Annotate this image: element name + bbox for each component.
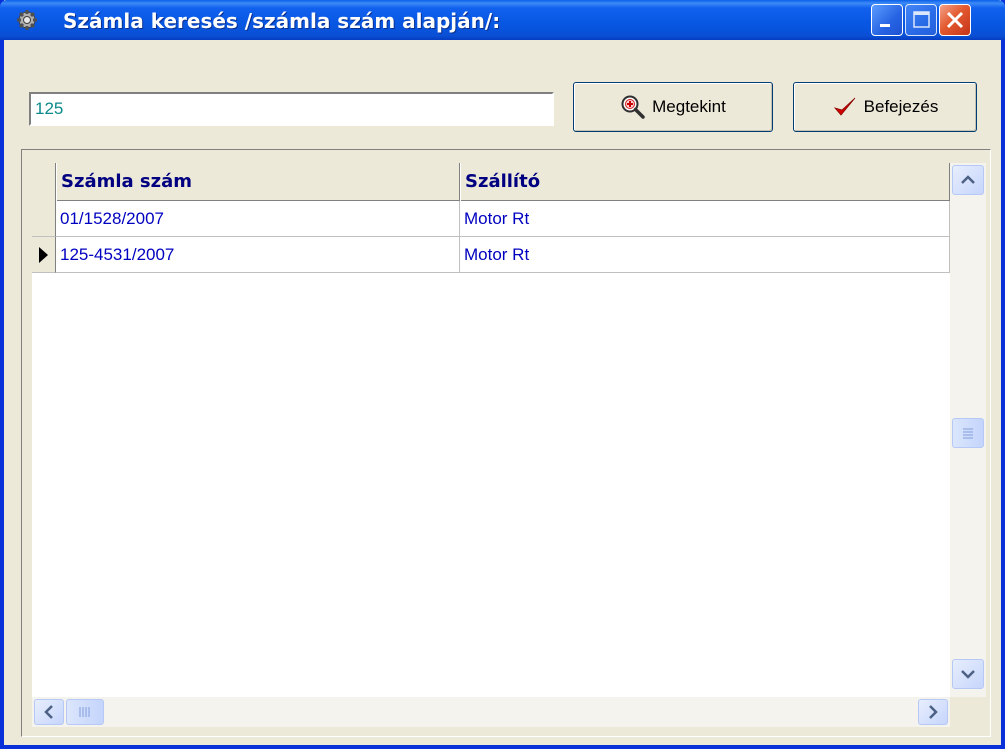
horizontal-scrollbar[interactable] [32, 697, 950, 727]
title-bar[interactable]: Számla keresés /számla szám alapján/: [0, 0, 1005, 40]
invoice-number-cell[interactable]: 01/1528/2007 [56, 201, 460, 237]
grid-header: Számla szám Szállító [32, 163, 950, 201]
view-button-label: Megtekint [652, 97, 726, 116]
table-row[interactable]: 01/1528/2007 Motor Rt [32, 201, 950, 237]
supplier-cell[interactable]: Motor Rt [460, 237, 950, 273]
finish-button[interactable]: Befejezés [793, 82, 977, 132]
horizontal-scroll-thumb[interactable] [66, 699, 104, 725]
maximize-button[interactable] [905, 4, 937, 36]
maximize-icon [913, 11, 930, 28]
current-row-arrow-icon [39, 247, 48, 263]
chevron-down-icon [961, 670, 975, 679]
scrollbar-corner [950, 697, 986, 727]
supplier-cell[interactable]: Motor Rt [460, 201, 950, 237]
scroll-up-button[interactable] [952, 165, 984, 195]
results-grid[interactable]: Számla szám Szállító 01/1528/2007 Motor … [32, 163, 950, 697]
vertical-scrollbar[interactable] [950, 163, 986, 727]
window-title: Számla keresés /számla szám alapján/: [63, 9, 501, 33]
invoice-number-search-input[interactable] [29, 92, 554, 126]
chevron-right-icon [929, 705, 938, 719]
scroll-left-button[interactable] [34, 699, 64, 725]
minimize-button[interactable] [871, 4, 903, 36]
vertical-scroll-thumb[interactable] [952, 418, 984, 448]
chevron-left-icon [44, 705, 53, 719]
chevron-up-icon [961, 175, 975, 184]
invoice-number-cell[interactable]: 125-4531/2007 [56, 237, 460, 273]
close-button[interactable] [939, 4, 971, 36]
scroll-right-button[interactable] [918, 699, 948, 725]
column-header-supplier[interactable]: Szállító [460, 163, 950, 201]
grip-icon [79, 707, 90, 717]
row-indicator [32, 237, 56, 273]
magnifier-plus-icon [620, 94, 646, 120]
checkmark-icon [832, 94, 858, 120]
scroll-down-button[interactable] [952, 659, 984, 689]
finish-button-label: Befejezés [863, 97, 939, 116]
grip-icon [963, 428, 973, 439]
table-row[interactable]: 125-4531/2007 Motor Rt [32, 237, 950, 273]
column-header-invoice-number[interactable]: Számla szám [56, 163, 460, 201]
view-button[interactable]: Megtekint [573, 82, 773, 132]
close-icon [946, 11, 964, 29]
row-indicator [32, 201, 56, 237]
minimize-icon [880, 24, 890, 27]
indicator-header [32, 163, 56, 201]
gear-icon [16, 9, 38, 31]
